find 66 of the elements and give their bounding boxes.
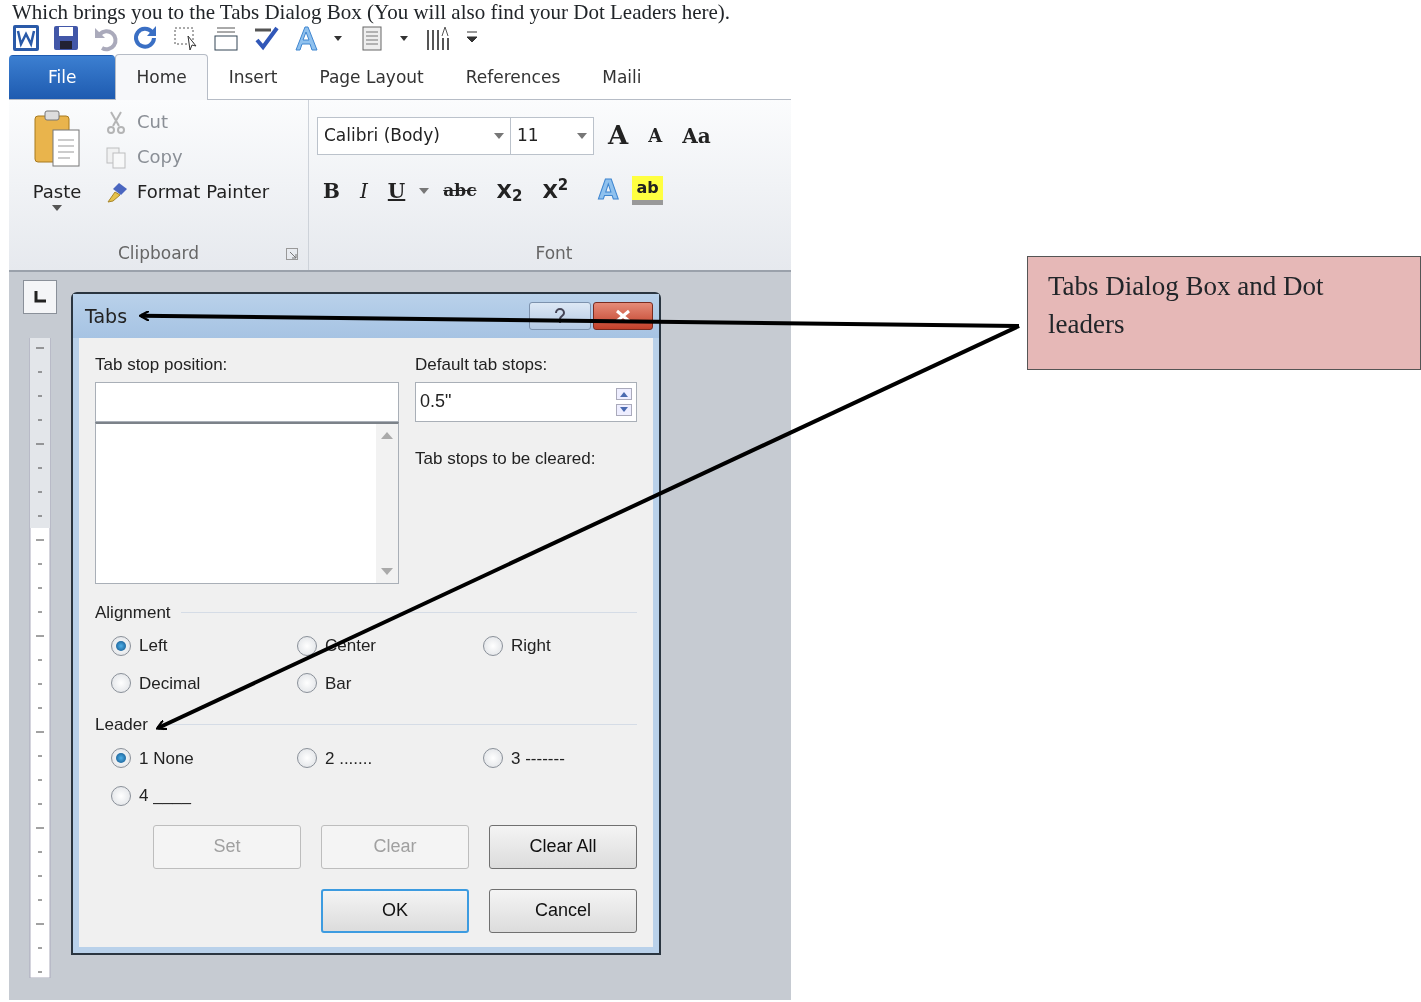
scroll-up-icon[interactable] bbox=[381, 431, 393, 439]
launcher-icon[interactable] bbox=[286, 248, 298, 260]
group-label: Clipboard bbox=[117, 241, 200, 265]
tab-stops-list[interactable] bbox=[95, 421, 399, 584]
file-tab[interactable]: File bbox=[9, 55, 116, 99]
leader-option-label[interactable]: 1 None bbox=[139, 745, 194, 771]
text-effect-icon[interactable] bbox=[292, 24, 320, 52]
scroll-down-icon[interactable] bbox=[381, 567, 393, 575]
ribbon-tab[interactable]: Home bbox=[115, 54, 208, 100]
alignment-option-label[interactable]: Bar bbox=[325, 670, 352, 696]
paste-label[interactable]: Paste bbox=[32, 178, 82, 205]
alignment-option-label[interactable]: Decimal bbox=[139, 670, 201, 696]
radio-button[interactable] bbox=[111, 673, 131, 694]
change-case-button[interactable]: Aa bbox=[676, 120, 717, 151]
ribbon-tab[interactable]: Page Layout bbox=[298, 55, 445, 99]
radio-button[interactable] bbox=[297, 673, 317, 694]
ribbon-tab[interactable]: References bbox=[444, 55, 582, 99]
group-label: Font bbox=[534, 241, 574, 265]
ribbon-tab[interactable]: Maili bbox=[581, 55, 663, 99]
section-label: Leader bbox=[95, 714, 148, 736]
radio-button[interactable] bbox=[297, 635, 317, 656]
italic-button[interactable]: I bbox=[353, 175, 374, 206]
font-size-combo[interactable]: 11 bbox=[510, 116, 594, 155]
dialog-button[interactable]: OK bbox=[321, 888, 469, 933]
check-icon[interactable] bbox=[252, 24, 280, 52]
subscript-button[interactable]: X$_{2}$ bbox=[490, 175, 529, 206]
grow-font-button[interactable]: A bbox=[602, 116, 635, 155]
radio-button[interactable] bbox=[483, 635, 503, 656]
shrink-font-button[interactable]: A bbox=[642, 122, 669, 149]
radio-button[interactable] bbox=[111, 748, 131, 769]
highlight-button[interactable]: ab bbox=[632, 176, 663, 205]
alignment-option-label[interactable]: Left bbox=[139, 633, 168, 659]
dropdown-caret-icon[interactable] bbox=[52, 205, 62, 211]
radio-button[interactable] bbox=[297, 748, 317, 769]
section-label: Alignment bbox=[95, 601, 171, 624]
dialog-button[interactable]: Cancel bbox=[489, 888, 637, 933]
alignment-option-label[interactable]: Right bbox=[511, 633, 551, 659]
leader-option-label[interactable]: 4 ____ bbox=[139, 783, 191, 809]
field-label: Tab stop position: bbox=[95, 354, 229, 376]
leader-option-label[interactable]: 2 ....... bbox=[325, 745, 373, 771]
dialog-title: Tabs bbox=[85, 303, 129, 329]
select-icon[interactable] bbox=[172, 24, 200, 52]
ribbon-tab[interactable]: Insert bbox=[207, 55, 299, 99]
tab-selector-icon[interactable] bbox=[23, 280, 57, 314]
clipboard-button[interactable]: Format Painter bbox=[105, 178, 270, 205]
tab-stop-position-field[interactable] bbox=[95, 381, 399, 422]
save-icon[interactable] bbox=[52, 24, 80, 52]
leader-option-label[interactable]: 3 ------- bbox=[511, 745, 565, 771]
strikethrough-button[interactable]: abc bbox=[437, 177, 483, 204]
field-label: Default tab stops: bbox=[415, 354, 549, 376]
default-tab-stops-spinner[interactable]: 0.5" bbox=[415, 381, 637, 422]
dialog-button[interactable]: Clear All bbox=[489, 824, 637, 869]
radio-button[interactable] bbox=[111, 785, 131, 806]
radio-button[interactable] bbox=[483, 748, 503, 769]
tab-stops-icon[interactable] bbox=[424, 24, 452, 52]
caption-text: Which brings you to the Tabs Dialog Box (You will also find your Dot Leaders here). bbox=[11, 0, 732, 24]
clipboard-icon[interactable] bbox=[31, 108, 83, 170]
word-logo-icon[interactable] bbox=[12, 24, 40, 52]
callout-box: Tabs Dialog Box and Dot leaders bbox=[1027, 256, 1421, 370]
copy-icon bbox=[105, 144, 129, 169]
superscript-button[interactable]: X$^{2}$ bbox=[536, 175, 575, 206]
font-name-combo[interactable]: Calibri (Body) bbox=[317, 116, 511, 155]
radio-button[interactable] bbox=[111, 635, 131, 656]
field-label: Tab stops to be cleared: bbox=[415, 447, 597, 470]
underline-button[interactable]: U bbox=[381, 175, 412, 206]
bold-button[interactable]: B bbox=[317, 175, 346, 206]
